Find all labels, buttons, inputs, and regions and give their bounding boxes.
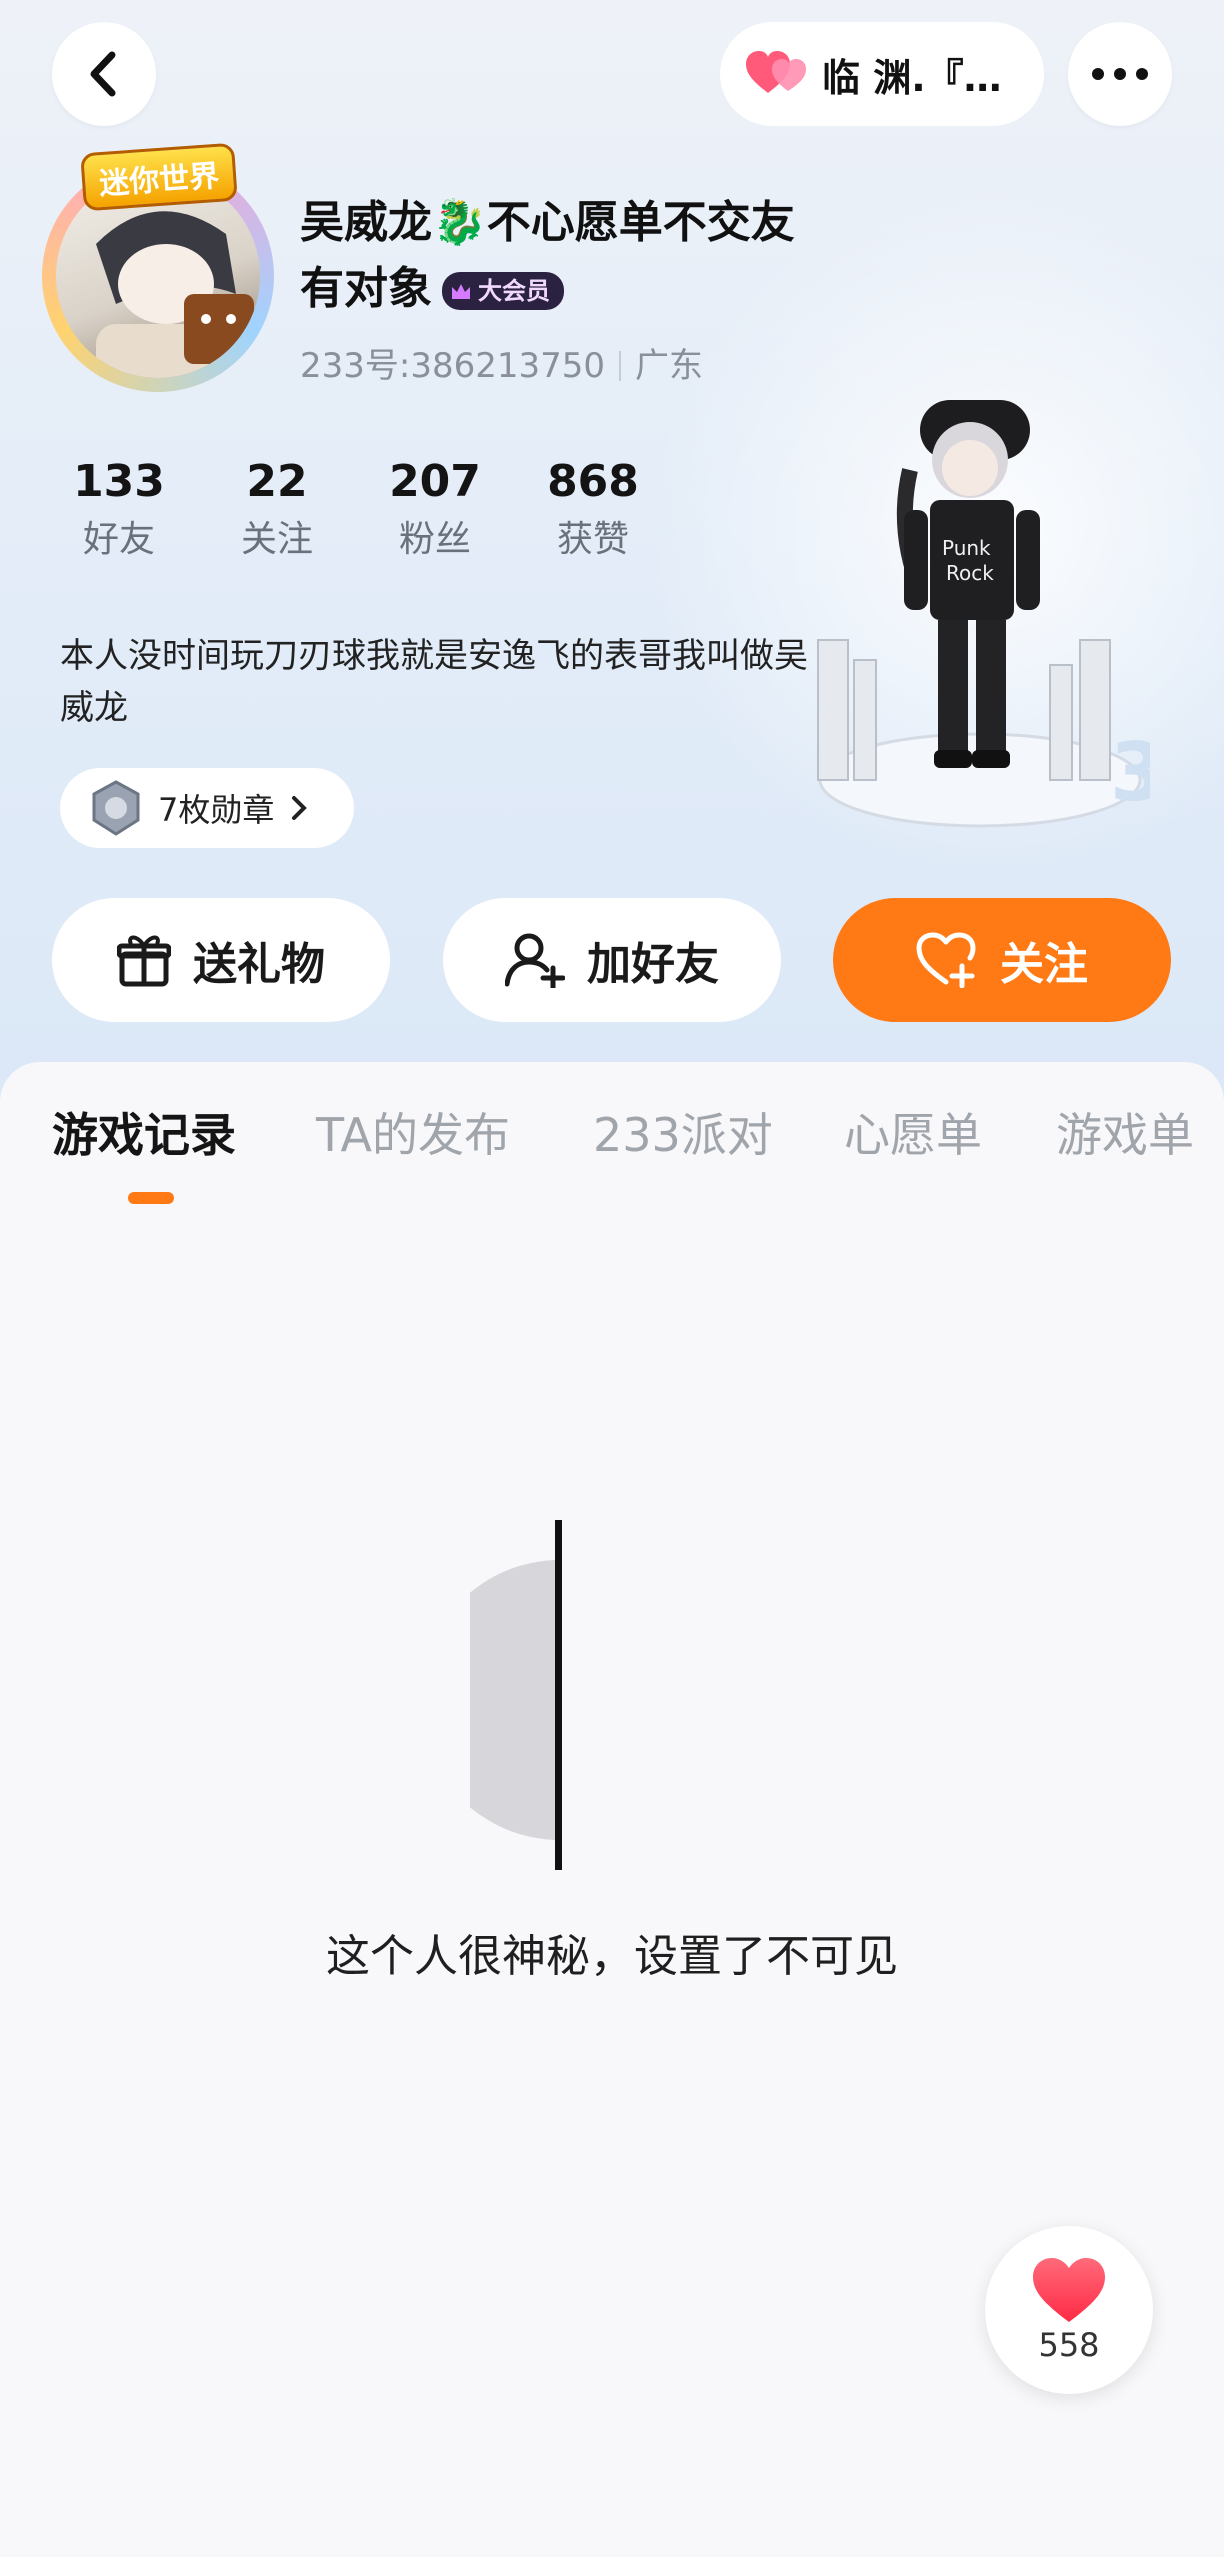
stat-label: 好友: [82, 519, 155, 560]
more-button[interactable]: [1068, 22, 1172, 126]
like-button[interactable]: 558: [985, 2226, 1153, 2394]
add-friend-label: 加好友: [587, 939, 719, 990]
add-user-icon: [505, 933, 565, 988]
send-gift-label: 送礼物: [193, 939, 325, 990]
stat-label: 粉丝: [398, 519, 471, 560]
profile-bio: 本人没时间玩刀刃球我就是安逸飞的表哥我叫做吴威龙: [60, 636, 808, 728]
vip-badge[interactable]: 大会员: [442, 272, 564, 310]
more-icon: [1092, 68, 1148, 80]
back-icon: [90, 51, 116, 97]
heart-pair-icon: [746, 51, 806, 93]
medals-button[interactable]: 7枚勋章: [60, 768, 354, 848]
stat-value: 22: [246, 456, 308, 507]
profile-id-line: 233号:386213750 广东: [300, 338, 703, 387]
profile-tabs: 游戏记录 TA的发布 233派对 心愿单 游戏单: [0, 1090, 1224, 1180]
add-friend-button[interactable]: 加好友: [443, 898, 781, 1022]
svg-text:33: 33: [1110, 726, 1150, 819]
stat-value: 868: [547, 456, 639, 507]
active-tab-indicator: [128, 1192, 174, 1204]
tab-233-party[interactable]: 233派对: [593, 1090, 773, 1180]
like-count: 558: [1038, 2326, 1100, 2364]
gift-icon: [117, 935, 171, 987]
stat-fans[interactable]: 207 粉丝: [356, 452, 514, 568]
mutual-friend-name: 临 渊.『…: [822, 55, 1002, 100]
mutual-friend-pill[interactable]: 临 渊.『…: [720, 22, 1044, 126]
stat-friends[interactable]: 133 好友: [40, 452, 198, 568]
medals-label: 7枚勋章: [158, 791, 275, 829]
svg-text:Rock: Rock: [946, 561, 994, 585]
tab-game-records[interactable]: 游戏记录: [52, 1090, 236, 1180]
stats-row: 133 好友 22 关注 207 粉丝 868 获赞: [40, 452, 672, 568]
empty-state-illustration: [470, 1520, 562, 1870]
stat-label: 获赞: [556, 519, 629, 560]
avatar-game-logo: 迷你世界: [80, 142, 238, 212]
profile-region: 广东: [635, 346, 704, 386]
avatar-3d-character[interactable]: 33 Punk Rock: [810, 340, 1150, 840]
stat-value: 133: [73, 456, 165, 507]
heart-plus-icon: [916, 932, 976, 988]
stat-value: 207: [389, 456, 481, 507]
tab-game-list[interactable]: 游戏单: [1056, 1090, 1194, 1180]
heart-icon: [1033, 2258, 1105, 2322]
id-divider: [619, 351, 622, 381]
back-button[interactable]: [52, 22, 156, 126]
empty-state-text: 这个人很神秘，设置了不可见: [326, 1931, 898, 1982]
profile-id[interactable]: 233号:386213750: [300, 346, 605, 386]
avatar[interactable]: 迷你世界: [36, 142, 286, 400]
follow-button[interactable]: 关注: [833, 898, 1171, 1022]
follow-label: 关注: [1000, 939, 1088, 990]
crown-icon: [452, 284, 470, 299]
stat-following[interactable]: 22 关注: [198, 452, 356, 568]
stat-likes[interactable]: 868 获赞: [514, 452, 672, 568]
chevron-right-icon: [292, 796, 308, 820]
vip-badge-label: 大会员: [478, 277, 550, 305]
stat-label: 关注: [240, 519, 313, 560]
profile-header: 33 Punk Rock 临 渊.『…: [0, 0, 1224, 1110]
profile-name: 吴威龙🐉不心愿单不交友有对象 大会员: [300, 190, 800, 322]
tab-posts[interactable]: TA的发布: [316, 1090, 510, 1180]
send-gift-button[interactable]: 送礼物: [52, 898, 390, 1022]
medal-icon: [92, 780, 140, 836]
svg-text:Punk: Punk: [942, 536, 991, 560]
tab-wishlist[interactable]: 心愿单: [844, 1090, 982, 1180]
